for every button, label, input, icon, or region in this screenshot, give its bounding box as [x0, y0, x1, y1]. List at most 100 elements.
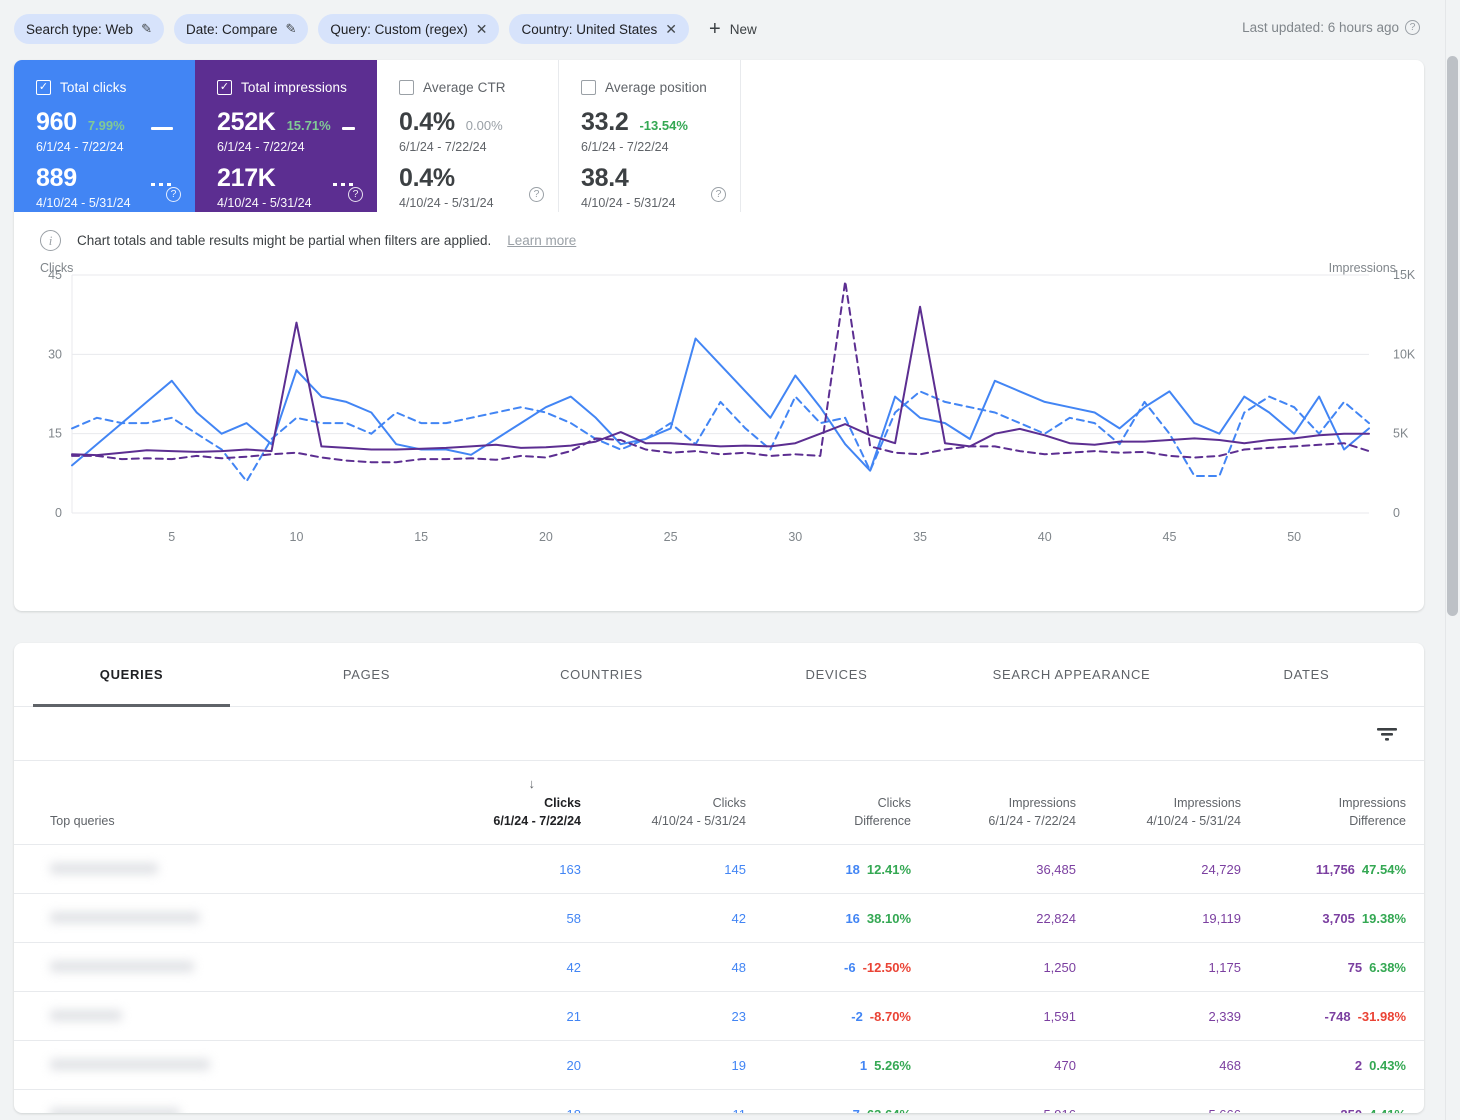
page-scrollbar-thumb[interactable] — [1447, 56, 1458, 616]
tab-label: SEARCH APPEARANCE — [992, 667, 1151, 682]
column-header[interactable]: Impressions 4/10/24 - 5/31/24 — [1094, 761, 1259, 846]
impressions-diff-percent: 4.41% — [1369, 1107, 1406, 1113]
tab-pages[interactable]: PAGES — [249, 643, 484, 706]
metric-checkbox[interactable] — [581, 80, 596, 95]
help-icon[interactable]: ? — [711, 186, 726, 202]
filter-chip-label: Search type: Web — [26, 21, 134, 37]
metric-label: Total impressions — [241, 80, 347, 95]
impressions-current-cell: 1,250 — [929, 942, 1094, 993]
queries-table: Top queries ↓ Clicks 6/1/24 - 7/22/24 Clicks… — [14, 761, 1424, 1113]
impressions-difference-cell: 11,756 47.54% — [1259, 844, 1424, 895]
table-row[interactable]: 163 145 18 12.41% 36,485 24,729 11,756 47.54% — [14, 844, 1424, 895]
clicks-difference-cell: -2 -8.70% — [764, 991, 929, 1042]
new-filter-label: New — [729, 21, 757, 37]
clicks-current-cell: 21 — [434, 991, 599, 1042]
metric-header: Average CTR — [399, 80, 558, 95]
clicks-diff-percent: -8.70% — [869, 1008, 911, 1024]
clicks-difference-cell: -6 -12.50% — [764, 942, 929, 993]
filter-chip[interactable]: Date: Compare ✎ — [173, 14, 309, 44]
y-axis-right-tick: 0 — [1393, 506, 1400, 520]
y-axis-right-tick: 10K — [1393, 347, 1416, 361]
redacted-query-text — [50, 911, 200, 923]
page-scrollbar-track[interactable] — [1445, 0, 1460, 1120]
column-header[interactable]: ↓ Clicks 6/1/24 - 7/22/24 — [434, 761, 599, 846]
metric-card[interactable]: ✓ Total impressions 252K 15.71% 6/1/24 - 7/2… — [195, 60, 377, 212]
query-cell[interactable] — [14, 844, 434, 895]
redacted-query-text — [50, 1107, 180, 1113]
clicks-diff-percent: 38.10% — [866, 910, 911, 926]
filter-chip[interactable]: Query: Custom (regex) ✕ — [318, 14, 500, 44]
metric-prev-value: 889 — [36, 164, 77, 192]
table-row[interactable]: 21 23 -2 -8.70% 1,591 2,339 -748 -31.98% — [14, 991, 1424, 1042]
table-row[interactable]: 1811 7 63.64% 5,9165,666 250 4.41% — [14, 1089, 1424, 1113]
table-row[interactable]: 58 42 16 38.10% 22,824 19,119 3,705 19.38% — [14, 893, 1424, 944]
filter-chip[interactable]: Search type: Web ✎ — [14, 14, 164, 44]
new-filter-button[interactable]: + New — [699, 14, 767, 44]
column-header[interactable]: Clicks Difference — [764, 761, 929, 846]
help-icon[interactable]: ? — [348, 186, 363, 202]
query-cell[interactable] — [14, 942, 434, 993]
metric-value: 0.4% — [399, 108, 455, 136]
tab-search-appearance[interactable]: SEARCH APPEARANCE — [954, 643, 1189, 706]
impressions-difference-cell: -748 -31.98% — [1259, 991, 1424, 1042]
metric-card[interactable]: ✓ Total clicks 960 7.99% 6/1/24 - 7/22/24 889… — [14, 60, 195, 212]
column-header[interactable]: Impressions Difference — [1259, 761, 1424, 846]
metric-value: 960 — [36, 108, 77, 136]
notice-text: Chart totals and table results might be … — [77, 233, 492, 248]
close-icon[interactable]: ✕ — [665, 22, 677, 36]
impressions-diff-percent: 47.54% — [1361, 861, 1406, 877]
metric-card[interactable]: Average CTR 0.4% 0.00% 6/1/24 - 7/22/24 0.4%… — [377, 60, 559, 212]
sort-arrow-icon[interactable]: ↓ — [529, 776, 536, 791]
metric-checkbox[interactable]: ✓ — [36, 80, 51, 95]
tab-devices[interactable]: DEVICES — [719, 643, 954, 706]
learn-more-link[interactable]: Learn more — [507, 233, 576, 248]
metric-delta: 7.99% — [87, 118, 125, 133]
partial-results-notice: i Chart totals and table results might b… — [14, 212, 1424, 251]
dimension-table-card: QUERIES PAGES COUNTRIES DEVICES SEARCH APPEA… — [14, 643, 1424, 1113]
filter-funnel-icon[interactable] — [1376, 726, 1398, 742]
tab-dates[interactable]: DATES — [1189, 643, 1424, 706]
y-axis-left-tick: 0 — [55, 506, 62, 520]
column-header[interactable]: Clicks 4/10/24 - 5/31/24 — [599, 761, 764, 846]
metric-checkbox[interactable] — [399, 80, 414, 95]
solid-line-legend-icon — [341, 127, 355, 130]
tab-countries[interactable]: COUNTRIES — [484, 643, 719, 706]
column-header[interactable]: Top queries — [14, 761, 434, 846]
metric-range: 6/1/24 - 7/22/24 — [399, 140, 487, 154]
metric-help: ? — [711, 184, 726, 202]
metric-help: ? — [529, 184, 544, 202]
clicks-previous-cell: 19 — [599, 1040, 764, 1091]
tab-queries[interactable]: QUERIES — [14, 643, 249, 707]
x-axis-tick: 50 — [1287, 530, 1301, 544]
filter-chip[interactable]: Country: United States ✕ — [509, 14, 690, 44]
metric-checkbox[interactable]: ✓ — [217, 80, 232, 95]
metric-card[interactable]: Average position 33.2 -13.54% 6/1/24 - 7/22… — [559, 60, 741, 212]
column-header[interactable]: Impressions 6/1/24 - 7/22/24 — [929, 761, 1094, 846]
column-header-line2: Difference — [1349, 813, 1406, 828]
query-cell[interactable] — [14, 1040, 434, 1091]
clicks-previous-cell: 23 — [599, 991, 764, 1042]
metric-delta: 15.71% — [286, 118, 331, 133]
metric-current-row: 33.2 -13.54% — [581, 108, 740, 137]
table-row[interactable]: 20 19 1 5.26% 470 468 2 0.43% — [14, 1040, 1424, 1091]
query-cell[interactable] — [14, 991, 434, 1042]
clicks-difference-cell: 16 38.10% — [764, 893, 929, 944]
metric-current-row: 0.4% 0.00% — [399, 108, 558, 137]
impressions-diff-value: -748 — [1324, 1008, 1351, 1024]
performance-line-chart[interactable]: 015304505K10K15K5 10 15 20 25 30 35 40 45 50 — [14, 265, 1424, 565]
pencil-icon[interactable]: ✎ — [286, 22, 297, 35]
query-cell[interactable] — [14, 893, 434, 944]
impressions-previous-cell: 5,666 — [1094, 1089, 1259, 1113]
impressions-previous-cell: 1,175 — [1094, 942, 1259, 993]
query-cell[interactable] — [14, 1089, 434, 1113]
help-icon[interactable]: ? — [1405, 20, 1420, 35]
help-icon[interactable]: ? — [166, 186, 181, 202]
metric-label: Total clicks — [60, 80, 127, 95]
redacted-query-text — [50, 862, 158, 874]
x-axis-tick: 25 — [664, 530, 678, 544]
close-icon[interactable]: ✕ — [476, 22, 488, 36]
filter-chip-label: Query: Custom (regex) — [330, 21, 468, 37]
table-row[interactable]: 42 48 -6 -12.50% 1,250 1,175 75 6.38% — [14, 942, 1424, 993]
pencil-icon[interactable]: ✎ — [141, 22, 152, 35]
help-icon[interactable]: ? — [529, 186, 544, 202]
